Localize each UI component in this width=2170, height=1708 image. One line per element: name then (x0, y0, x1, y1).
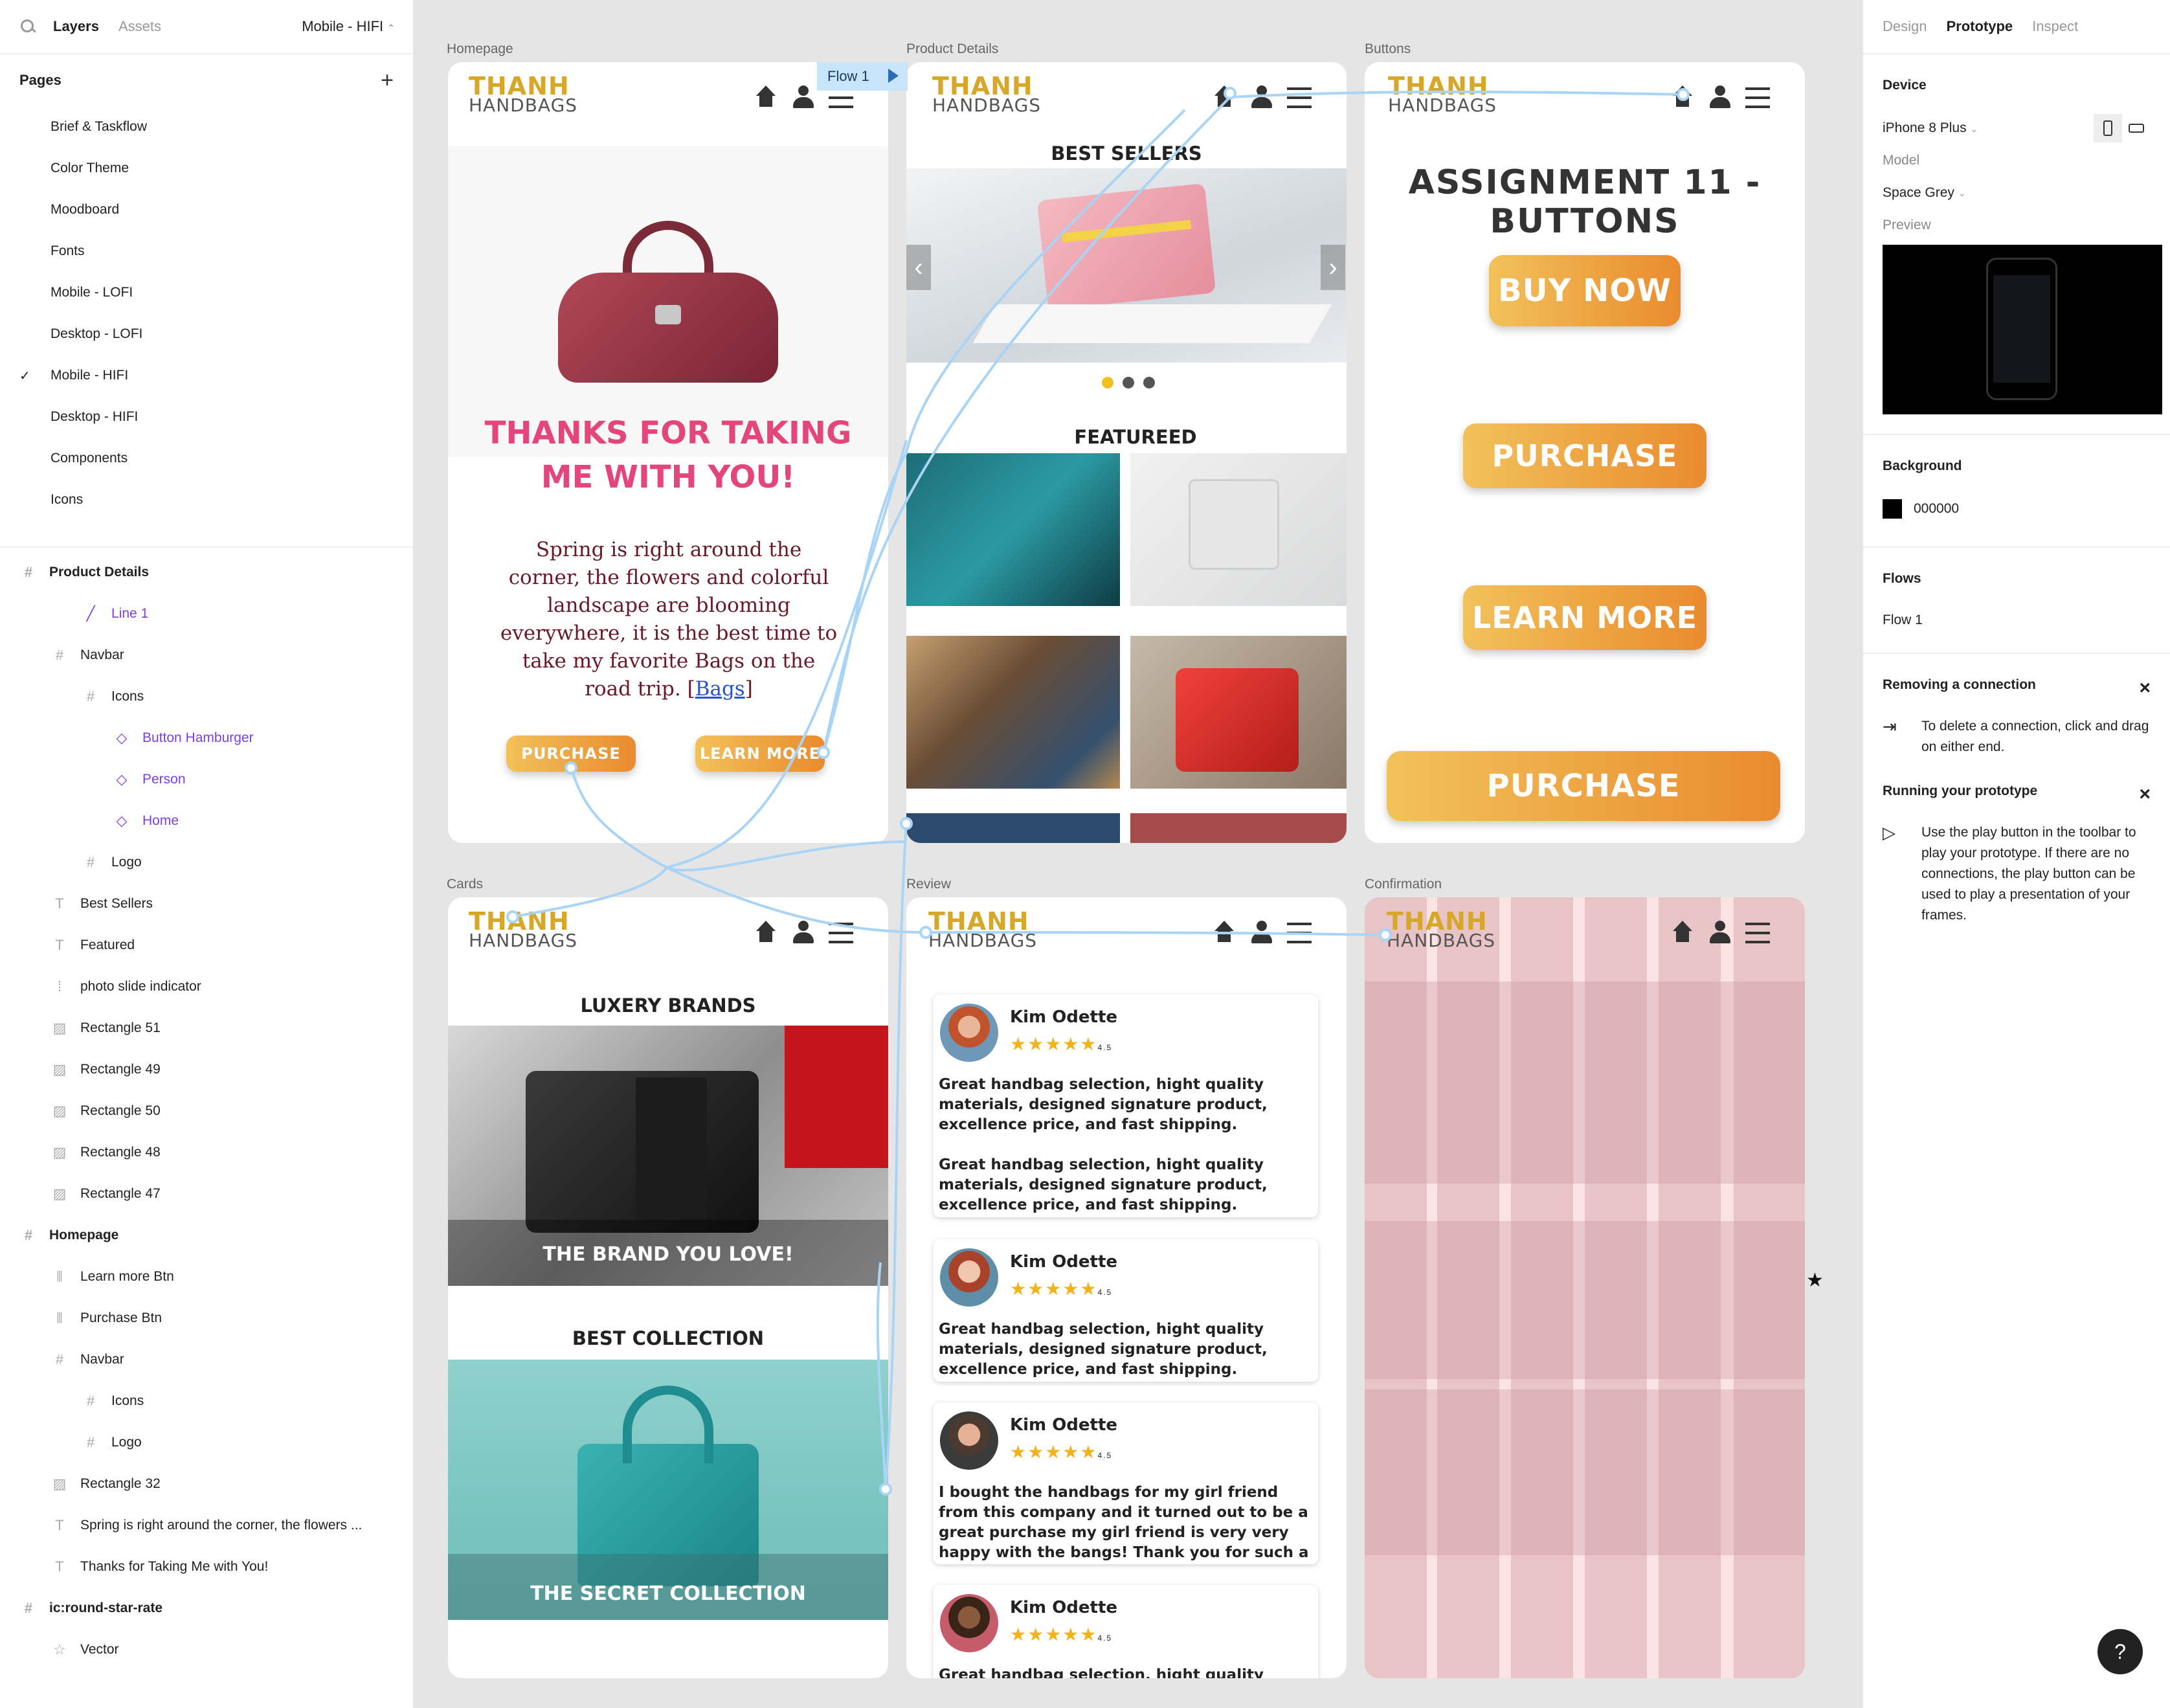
device-value: iPhone 8 Plus (1883, 120, 1967, 135)
tip-title: Running your prototype (1883, 783, 2038, 798)
preview-label: Preview (1883, 218, 1931, 232)
star-icon: ★ (1806, 1270, 1824, 1291)
tip-header: Removing a connection × (1883, 654, 2151, 716)
figma-app: Layers Assets Mobile - HIFI ⌃ Pages + Br… (0, 0, 2170, 1708)
model-value: Space Grey (1883, 185, 1954, 200)
tip-text: To delete a connection, click and drag o… (1921, 719, 2149, 754)
flow-item[interactable]: Flow 1 (1883, 603, 2151, 653)
tip-text: Use the play button in the toolbar to pl… (1921, 825, 2136, 923)
tip-title: Removing a connection (1883, 677, 2036, 692)
connection-icon: ⇥ (1883, 717, 1897, 736)
phone-frame-icon (1986, 258, 2057, 400)
tab-prototype[interactable]: Prototype (1946, 18, 2013, 35)
flows-title: Flows (1883, 571, 1921, 586)
device-title: Device (1883, 78, 1927, 93)
model-label: Model (1883, 153, 1920, 168)
flows-section: Flows Flow 1 (1863, 548, 2170, 654)
background-swatch[interactable] (1883, 499, 1902, 519)
tip-body: ▷ Use the play button in the toolbar to p… (1883, 822, 2151, 945)
prototype-connections (506, 87, 1690, 1496)
background-row[interactable]: 000000 (1883, 491, 2151, 546)
device-section: Device iPhone 8 Plus ⌄ Model Space Grey … (1863, 54, 2170, 435)
tab-design[interactable]: Design (1883, 18, 1927, 35)
device-select[interactable]: iPhone 8 Plus ⌄ (1883, 120, 1978, 136)
help-button[interactable]: ? (2097, 1629, 2143, 1674)
landscape-icon[interactable] (2122, 114, 2151, 142)
tip-body: ⇥ To delete a connection, click and drag … (1883, 716, 2151, 777)
tips-section: Removing a connection × ⇥ To delete a conn… (1863, 654, 2170, 945)
background-title: Background (1883, 458, 1962, 473)
properties-tabs: Design Prototype Inspect (1863, 0, 2170, 54)
close-icon[interactable]: × (2139, 677, 2151, 699)
device-preview (1883, 245, 2162, 414)
flow-tag-label: Flow 1 (827, 68, 869, 84)
model-select[interactable]: Space Grey ⌄ (1883, 175, 2151, 211)
tab-inspect[interactable]: Inspect (2032, 18, 2078, 35)
chevron-down-icon: ⌄ (1958, 187, 1966, 198)
background-value[interactable]: 000000 (1914, 501, 1959, 517)
chevron-down-icon: ⌄ (1970, 124, 1978, 134)
play-icon: ▷ (1883, 823, 1896, 842)
flow-starting-point[interactable]: Flow 1 (817, 62, 908, 91)
close-icon[interactable]: × (2139, 783, 2151, 805)
play-icon[interactable] (888, 69, 899, 83)
background-section: Background 000000 (1863, 435, 2170, 548)
tip-header: Running your prototype × (1883, 777, 2151, 822)
device-row: iPhone 8 Plus ⌄ (1883, 110, 2151, 146)
portrait-icon[interactable] (2094, 114, 2122, 142)
properties-panel: Design Prototype Inspect Device iPhone 8… (1862, 0, 2170, 1708)
